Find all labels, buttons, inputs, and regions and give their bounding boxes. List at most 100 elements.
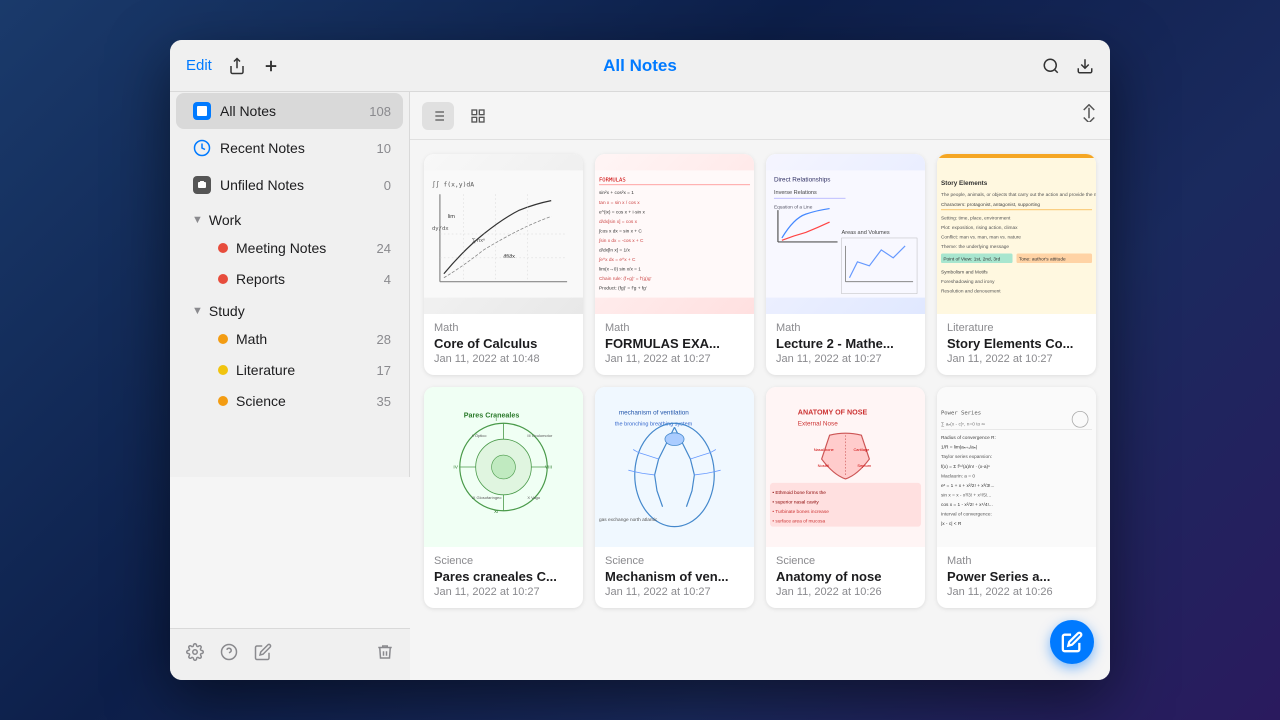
note-thumbnail-1: FORMULAS sin²x + cos²x = 1 tan x = sin x… (595, 154, 754, 314)
note-category-2: Math (776, 322, 915, 334)
note-thumbnail-4: Pares Craneales I XI IV (424, 387, 583, 547)
svg-text:f(x) = Σ f⁽ⁿ⁾(a)/n! · (x-a)ⁿ: f(x) = Σ f⁽ⁿ⁾(a)/n! · (x-a)ⁿ (941, 464, 990, 470)
svg-text:Theme: the underlying message: Theme: the underlying message (941, 244, 1009, 250)
sidebar-item-literature[interactable]: Literature 17 (176, 355, 403, 385)
app-window: Edit All Notes (170, 40, 1110, 680)
search-button[interactable] (1042, 57, 1060, 75)
list-view-button[interactable] (422, 102, 454, 130)
sidebar-section-work[interactable]: ▼ Work (176, 204, 403, 232)
note-info-6: Science Anatomy of nose Jan 11, 2022 at … (766, 547, 925, 608)
svg-text:mechanism of ventilation: mechanism of ventilation (619, 410, 689, 417)
grid-view-button[interactable] (462, 102, 494, 130)
note-card-4[interactable]: Pares Craneales I XI IV (424, 387, 583, 608)
edit-pen-button[interactable] (254, 643, 272, 666)
svg-text:Taylor series expansion:: Taylor series expansion: (941, 454, 992, 460)
math-count: 28 (377, 332, 391, 347)
svg-text:Setting: time, place, environm: Setting: time, place, environment (941, 215, 1011, 221)
note-info-0: Math Core of Calculus Jan 11, 2022 at 10… (424, 314, 583, 375)
note-card-7[interactable]: Power Series ∑ aₙ(x - c)ⁿ, n=0 to ∞ Radi… (937, 387, 1096, 608)
math-label: Math (236, 331, 377, 347)
settings-button[interactable] (186, 643, 204, 666)
svg-text:∫e^x dx = e^x + C: ∫e^x dx = e^x + C (598, 257, 636, 263)
sidebar-item-science[interactable]: Science 35 (176, 386, 403, 416)
note-date-4: Jan 11, 2022 at 10:27 (434, 586, 573, 598)
recent-notes-icon (192, 138, 212, 158)
svg-text:The people, animals, or object: The people, animals, or objects that car… (941, 192, 1096, 198)
sidebar-item-meeting-notes[interactable]: Meeting Notes 24 (176, 233, 403, 263)
svg-text:• surface area of mucosa: • surface area of mucosa (772, 519, 825, 525)
note-date-7: Jan 11, 2022 at 10:26 (947, 586, 1086, 598)
svg-text:gas exchange north atlantic: gas exchange north atlantic (599, 517, 658, 523)
help-button[interactable] (220, 643, 238, 666)
svg-text:II Óptico: II Óptico (472, 433, 488, 438)
science-label: Science (236, 393, 377, 409)
share-button[interactable] (228, 57, 246, 75)
note-title-0: Core of Calculus (434, 336, 573, 351)
sidebar-item-unfiled-notes[interactable]: Unfiled Notes 0 (176, 167, 403, 203)
unfiled-notes-label: Unfiled Notes (220, 177, 384, 193)
note-card-3[interactable]: Story Elements The people, animals, or o… (937, 154, 1096, 375)
study-chevron-icon: ▼ (192, 305, 203, 317)
note-title-5: Mechanism of ven... (605, 569, 744, 584)
note-category-0: Math (434, 322, 573, 334)
notes-toolbar (410, 92, 1110, 140)
svg-text:I: I (496, 417, 497, 423)
title-bar-right (1042, 57, 1094, 75)
svg-text:FORMULAS: FORMULAS (599, 178, 626, 184)
note-thumbnail-2: Direct Relationships Inverse Relations E… (766, 154, 925, 314)
meeting-notes-count: 24 (377, 241, 391, 256)
svg-text:∑ nxⁿ: ∑ nxⁿ (472, 237, 485, 244)
note-title-3: Story Elements Co... (947, 336, 1086, 351)
literature-label: Literature (236, 362, 377, 378)
note-card-1[interactable]: FORMULAS sin²x + cos²x = 1 tan x = sin x… (595, 154, 754, 375)
note-thumbnail-7: Power Series ∑ aₙ(x - c)ⁿ, n=0 to ∞ Radi… (937, 387, 1096, 547)
svg-text:tan x = sin x / cos x: tan x = sin x / cos x (599, 200, 640, 206)
svg-text:∂f/∂x: ∂f/∂x (504, 254, 516, 260)
new-note-fab[interactable] (1050, 620, 1094, 664)
sidebar-item-reports[interactable]: Reports 4 (176, 264, 403, 294)
note-thumbnail-0: ∫∫ f(x,y)dA dy/dx lim ∑ nxⁿ ∂f/∂x (424, 154, 583, 314)
recent-notes-label: Recent Notes (220, 140, 377, 156)
note-card-5[interactable]: mechanism of ventilation the bronching b… (595, 387, 754, 608)
all-notes-count: 108 (369, 104, 391, 119)
note-card-6[interactable]: ANATOMY OF NOSE External Nose Nasal bone… (766, 387, 925, 608)
unfiled-notes-count: 0 (384, 178, 391, 193)
notes-grid: ∫∫ f(x,y)dA dy/dx lim ∑ nxⁿ ∂f/∂x (410, 140, 1110, 680)
plus-icon (262, 57, 280, 75)
math-dot (218, 334, 228, 344)
add-note-button[interactable] (262, 57, 280, 75)
delete-button[interactable] (376, 643, 394, 666)
note-category-3: Literature (947, 322, 1086, 334)
svg-text:Plot: exposition, rising actio: Plot: exposition, rising action, climax (941, 225, 1018, 231)
export-button[interactable] (1076, 57, 1094, 75)
svg-text:X Vago: X Vago (527, 495, 541, 500)
search-icon (1042, 57, 1060, 75)
note-card-0[interactable]: ∫∫ f(x,y)dA dy/dx lim ∑ nxⁿ ∂f/∂x (424, 154, 583, 375)
note-card-2[interactable]: Direct Relationships Inverse Relations E… (766, 154, 925, 375)
literature-dot (218, 365, 228, 375)
sidebar-item-math[interactable]: Math 28 (176, 324, 403, 354)
note-date-1: Jan 11, 2022 at 10:27 (605, 353, 744, 365)
svg-text:d/dx[sin x] = cos x: d/dx[sin x] = cos x (599, 219, 638, 225)
sidebar-section-study[interactable]: ▼ Study (176, 295, 403, 323)
all-notes-label: All Notes (220, 103, 369, 119)
svg-text:the bronching breathing system: the bronching breathing system (615, 422, 693, 428)
svg-text:Chain rule: (f∘g)' = f'(g)g': Chain rule: (f∘g)' = f'(g)g' (599, 276, 652, 282)
note-title-7: Power Series a... (947, 569, 1086, 584)
meeting-notes-label: Meeting Notes (236, 240, 377, 256)
svg-text:Foreshadowing and irony: Foreshadowing and irony (941, 279, 995, 285)
note-date-0: Jan 11, 2022 at 10:48 (434, 353, 573, 365)
svg-text:VIII: VIII (545, 465, 552, 471)
reports-dot (218, 274, 228, 284)
note-info-2: Math Lecture 2 - Mathe... Jan 11, 2022 a… (766, 314, 925, 375)
sidebar-item-all-notes[interactable]: All Notes 108 (176, 93, 403, 129)
svg-text:Inverse Relations: Inverse Relations (774, 190, 817, 196)
trash-icon (376, 643, 394, 661)
svg-text:e^(ix) = cos x + i·sin x: e^(ix) = cos x + i·sin x (599, 209, 646, 215)
svg-text:Nostril: Nostril (818, 463, 829, 468)
sort-button[interactable] (1080, 104, 1098, 127)
svg-text:Pares Craneales: Pares Craneales (464, 412, 520, 420)
recent-notes-count: 10 (377, 141, 391, 156)
sidebar-item-recent-notes[interactable]: Recent Notes 10 (176, 130, 403, 166)
edit-button[interactable]: Edit (186, 57, 212, 74)
